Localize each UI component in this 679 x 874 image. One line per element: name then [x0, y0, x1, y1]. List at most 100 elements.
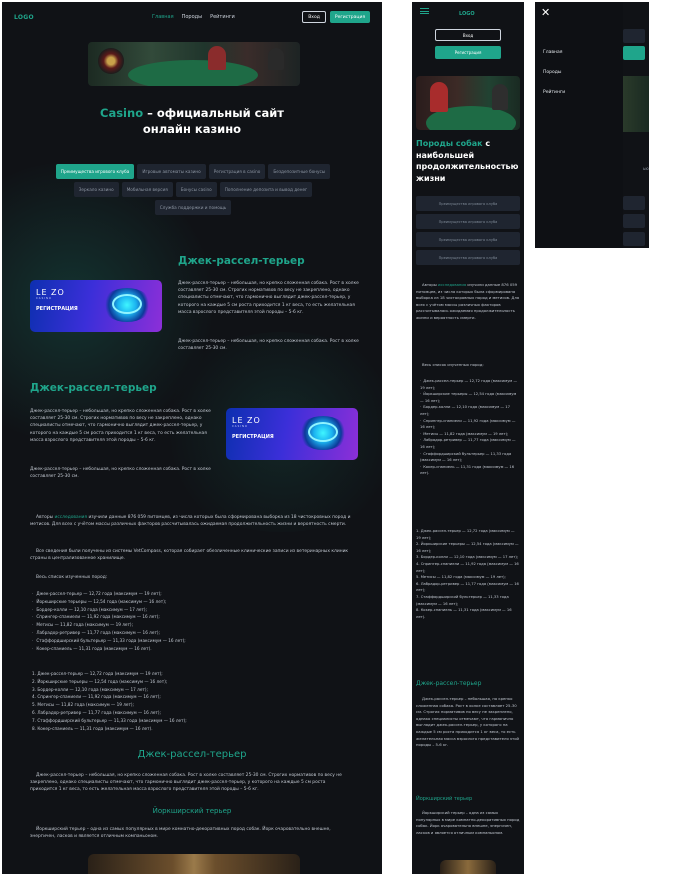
logo[interactable]: LOGO [459, 11, 475, 17]
menu-item-ratings[interactable]: Рейтинги [543, 90, 565, 95]
section-paragraph: Джек-рассел-терьер – небольшая, но крепк… [30, 467, 211, 480]
list-item: 8. Кокер-спаниель — 11,31 года (максимум… [416, 608, 512, 619]
list-item: 2. Йоркширские терьеры — 12,54 года (мак… [32, 678, 168, 684]
section-paragraph: Джек-рассел-терьер – небольшая, но крепк… [30, 773, 342, 793]
menu-item-breeds[interactable]: Породы [543, 70, 561, 75]
list-item: 1. Джек-рассел-терьер — 12,72 года (макс… [416, 529, 515, 540]
tab-support[interactable]: Служба поддержки и помощь [154, 200, 232, 215]
list-item: Йоркширские терьеры — 12,54 года (максим… [32, 598, 186, 606]
section-tabs: Преимущества игрового клуба Игровые авто… [38, 164, 348, 215]
section-paragraph: Йоркширский терьер – одна из самых попул… [30, 827, 331, 840]
banner-ring-graphic [112, 294, 142, 314]
login-button[interactable]: Вход [302, 11, 326, 23]
section-paragraph: Йоркширский терьер – одна из самых попул… [416, 810, 520, 835]
tab-slots[interactable]: Игровые автоматы казино [137, 164, 206, 179]
background-register-button [623, 46, 645, 60]
section-heading: Джек-рассел-терьер [178, 255, 305, 267]
banner-subtitle: CASINO [232, 425, 248, 428]
list-item: 3. Бордер-колли — 12,10 года (максимум —… [32, 686, 148, 692]
breeds-numbered-list: 1. Джек-рассел-терьер — 12,72 года (макс… [32, 670, 187, 732]
list-item: 2. Йоркширские терьеры — 12,54 года (мак… [416, 542, 519, 553]
promo-banner[interactable]: LE ZO CASINO РЕГИСТРАЦИЯ [30, 280, 162, 332]
dealer-figure-2 [492, 84, 508, 110]
list-item: Йоркширские терьеры — 12,54 года (максим… [420, 391, 520, 404]
background-hero-image [623, 76, 649, 132]
banner-brand: LE ZO [232, 416, 261, 425]
logo[interactable]: LOGO [14, 14, 34, 21]
list-item: Бордер-колли — 12,10 года (максимум — 17… [32, 606, 186, 614]
tab-bonuses[interactable]: Бонусы casino [175, 182, 217, 197]
page-title: Породы собак с наибольшей продолжительно… [416, 139, 519, 183]
research-link[interactable]: исследования [55, 515, 88, 520]
article-paragraph: Все сведения были получены из системы Ve… [30, 549, 349, 562]
section-heading: Джек-рассел-терьер [30, 382, 157, 394]
menu-item-home[interactable]: Главная [543, 50, 562, 55]
promo-banner[interactable]: LE ZO CASINO РЕГИСТРАЦИЯ [226, 408, 358, 460]
list-intro: Весь список изученных пород: [36, 575, 108, 580]
mobile-header: LOGO [412, 2, 524, 26]
list-item: 5. Метисы — 11,82 года (максимум — 19 ле… [32, 702, 134, 708]
mobile-page: LOGO Вход Регистрация Породы собак с наи… [412, 2, 524, 874]
register-button[interactable]: Регистрация [435, 46, 501, 59]
register-button[interactable]: Регистрация [330, 11, 370, 23]
list-item: 7. Стаффордширский бультерьер — 11,33 го… [32, 717, 187, 723]
subsection-heading: Йоркширский терьер [152, 807, 232, 815]
tab-advantages[interactable]: Преимущества игрового клуба [416, 232, 520, 247]
roulette-wheel [98, 48, 124, 74]
breeds-bullet-list: Джек-рассел-терьер — 12,72 года (максиму… [420, 378, 520, 477]
banner-subtitle: CASINO [36, 297, 52, 300]
hero-image [416, 76, 520, 130]
dealer-figure [208, 46, 226, 70]
login-button[interactable]: Вход [435, 29, 501, 41]
banner-cta: РЕГИСТРАЦИЯ [36, 306, 78, 312]
tab-mirror[interactable]: Зеркало казино [73, 182, 119, 197]
list-item: Джек-рассел-терьер — 12,72 года (максиму… [32, 590, 186, 598]
tab-deposit-withdraw[interactable]: Пополнение депозита и вывод денег [219, 182, 313, 197]
tab-mobile[interactable]: Мобильная версия [121, 182, 173, 197]
section-paragraph: Джек-рассел-терьер – небольшая, но крепк… [178, 339, 359, 352]
background-login-button [623, 29, 645, 43]
list-item: Стаффордширский бультерьер — 11,33 года … [32, 637, 185, 645]
article-intro: Авторы исследования изучили данные 876 0… [416, 282, 520, 320]
hamburger-menu-icon[interactable] [420, 8, 429, 14]
list-item: 1. Джек-рассел-терьер — 12,72 года (макс… [32, 671, 163, 676]
list-item: Спрингер-спаниели — 11,92 года (максимум… [420, 418, 520, 431]
nav-item-ratings[interactable]: Рейтинги [210, 14, 235, 20]
banner-brand: LE ZO [36, 288, 65, 297]
background-tab [623, 214, 645, 228]
tab-advantages[interactable]: Преимущества игрового клуба [416, 214, 520, 229]
tab-no-deposit-bonus[interactable]: Бездепозитные бонусы [268, 164, 331, 179]
dealer-figure [430, 82, 448, 112]
tab-advantages[interactable]: Преимущества игрового клуба [416, 196, 520, 211]
breeds-bullet-list: Джек-рассел-терьер — 12,72 года (максиму… [32, 590, 186, 652]
mobile-menu-frame: ью ✕ Главная Породы Рейтинги [535, 2, 649, 248]
tab-advantages[interactable]: Преимущества игрового клуба [55, 164, 135, 179]
nav-item-breeds[interactable]: Породы [182, 14, 202, 20]
close-icon[interactable]: ✕ [541, 6, 550, 20]
background-tab [623, 232, 645, 246]
page-title: Casino – официальный сайт онлайн казино [100, 106, 284, 136]
article-intro: Авторы исследования изучили данные 876 0… [30, 515, 351, 528]
list-item: 8. Кокер-спаниель — 11,31 года (максимум… [32, 725, 153, 731]
casino-table [128, 60, 258, 86]
list-item: 6. Лабрадор-ретривер — 11,77 года (макси… [416, 581, 519, 593]
list-item: Лабрадор-ретривер — 11,77 года (максимум… [32, 629, 186, 637]
banner-ring-graphic [308, 422, 338, 442]
background-tab [623, 196, 645, 210]
banner-cta: РЕГИСТРАЦИЯ [232, 434, 274, 440]
desktop-page: LOGO Главная Породы Рейтинги Вход Регист… [2, 2, 382, 874]
yorkshire-terrier-image [88, 854, 300, 874]
background-text: ью [643, 166, 649, 171]
tab-registration[interactable]: Регистрация в casino [208, 164, 266, 179]
nav-item-home[interactable]: Главная [152, 14, 174, 20]
list-item: 4. Спрингер-спаниели — 11,92 года (макси… [416, 561, 519, 573]
section-paragraph: Джек-рассел-терьер – небольшая, но крепк… [30, 409, 211, 443]
list-item: Метисы — 11,82 года (максимум — 19 лет); [420, 431, 520, 438]
list-item: 7. Стаффордширский бультерьер — 11,33 го… [416, 594, 509, 606]
section-paragraph: Джек-рассел-терьер – небольшая, но крепк… [178, 281, 359, 315]
desktop-nav: Главная Породы Рейтинги [152, 14, 235, 20]
yorkshire-terrier-image [440, 860, 496, 874]
research-link[interactable]: исследования [438, 282, 466, 287]
tab-advantages[interactable]: Преимущества игрового клуба [416, 250, 520, 265]
list-item: Спрингер-спаниели — 11,92 года (максимум… [32, 613, 186, 621]
